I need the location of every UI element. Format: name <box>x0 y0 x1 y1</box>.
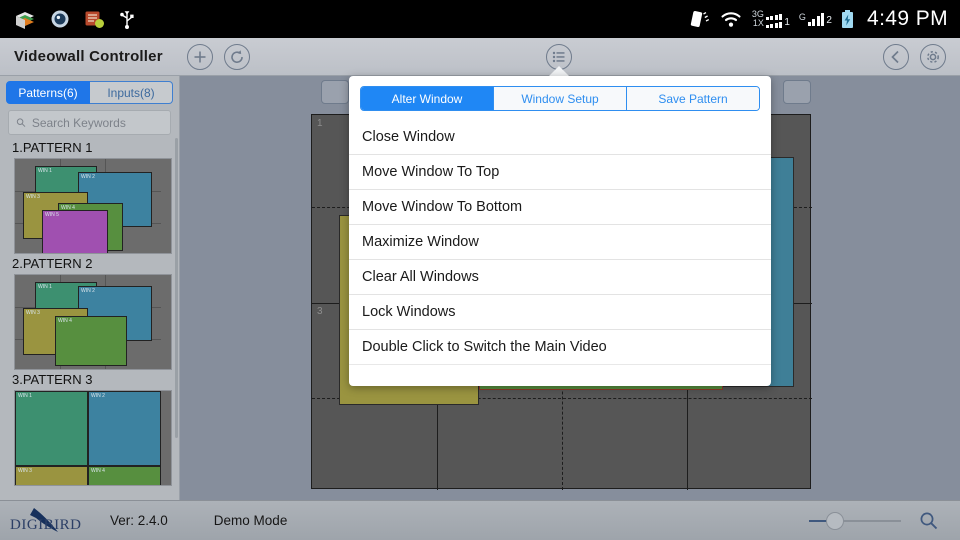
tab-inputs[interactable]: Inputs(8) <box>90 81 173 104</box>
clock: 4:49 PM <box>866 7 948 30</box>
books-icon <box>16 12 34 29</box>
pattern-label: 3.PATTERN 3 <box>12 372 93 387</box>
alter-window-popup: Alter Window Window Setup Save Pattern C… <box>349 76 771 386</box>
left-sidebar: Patterns(6) Inputs(8) 1.PATTERN 1 <box>0 76 180 500</box>
add-button[interactable] <box>186 43 213 70</box>
pattern-thumbnail[interactable]: WIN 1 WIN 2 WIN 3 WIN 4 <box>14 274 172 370</box>
wifi-icon <box>721 12 741 27</box>
tab-alter-window[interactable]: Alter Window <box>361 87 493 110</box>
list-item[interactable]: 1.PATTERN 1 WIN 1 WIN 2 WIN 3 WIN 4 WIN … <box>0 138 180 254</box>
menu-item-maximize-window[interactable]: Maximize Window <box>349 225 771 260</box>
notes-icon <box>85 11 104 28</box>
signal-2-tech: G <box>798 11 806 22</box>
menu-item-move-window-to-bottom[interactable]: Move Window To Bottom <box>349 190 771 225</box>
plus-circle-icon <box>194 51 206 62</box>
thumb-window: WIN 3 <box>15 466 88 485</box>
magnifier-icon[interactable] <box>919 511 938 530</box>
refresh-circle-icon <box>230 49 243 63</box>
camera-shutter-icon <box>51 10 69 28</box>
cell-number: 1 <box>317 118 323 129</box>
vibrate-icon <box>690 11 709 27</box>
thumb-window: WIN 4 <box>55 316 127 366</box>
signal-1: 3G 1X 1 <box>752 10 790 28</box>
search-icon <box>16 118 26 127</box>
signal-1-tech: 3G 1X <box>751 9 764 28</box>
refresh-button[interactable] <box>223 43 250 70</box>
pattern-list[interactable]: 1.PATTERN 1 WIN 1 WIN 2 WIN 3 WIN 4 WIN … <box>0 138 180 500</box>
bottom-status-bar: DIGIBIRD Ver: 2.4.0 Demo Mode <box>0 500 960 540</box>
menu-item-close-window[interactable]: Close Window <box>349 120 771 155</box>
version-label: Ver: 2.4.0 <box>110 513 168 528</box>
cell-number: 3 <box>317 306 323 317</box>
list-item[interactable]: 2.PATTERN 2 WIN 1 WIN 2 WIN 3 WIN 4 <box>0 254 180 370</box>
signal-1-sim: 1 <box>784 17 790 28</box>
settings-button[interactable] <box>920 43 946 70</box>
signal-2-bars <box>807 12 825 26</box>
signal-2-sim: 2 <box>826 14 832 26</box>
pattern-thumbnail[interactable]: WIN 1 WIN 2 WIN 3 WIN 4 <box>14 390 172 486</box>
tab-window-setup[interactable]: Window Setup <box>493 87 626 110</box>
page-title: Videowall Controller <box>14 48 163 65</box>
mode-label: Demo Mode <box>213 513 288 528</box>
thumb-window: WIN 4 <box>88 466 161 485</box>
app-root: 3G 1X 1 G 2 4:49 PM Videowall Controller… <box>0 0 960 540</box>
back-button[interactable] <box>883 43 909 70</box>
gear-icon <box>927 50 939 63</box>
android-status-bar: 3G 1X 1 G 2 4:49 PM <box>0 0 960 38</box>
stage-tab-button[interactable] <box>321 80 349 104</box>
status-system-icons: 3G 1X 1 G 2 4:49 PM <box>686 7 960 31</box>
signal-1-bars-top <box>765 14 783 20</box>
menu-item-move-window-to-top[interactable]: Move Window To Top <box>349 155 771 190</box>
pattern-label: 2.PATTERN 2 <box>12 256 93 271</box>
tab-patterns[interactable]: Patterns(6) <box>6 81 90 104</box>
list-item[interactable]: 3.PATTERN 3 WIN 1 WIN 2 WIN 3 WIN 4 <box>0 370 180 486</box>
brand-logo: DIGIBIRD <box>8 506 92 536</box>
popup-menu: Close Window Move Window To Top Move Win… <box>349 120 771 365</box>
signal-2: G 2 <box>798 11 832 26</box>
sidebar-scrollbar[interactable] <box>175 138 178 438</box>
back-chevron-icon <box>891 50 899 63</box>
signal-1-bars-bottom <box>765 22 783 28</box>
zoom-slider-thumb[interactable] <box>826 511 844 530</box>
menu-item-double-click-switch-main-video[interactable]: Double Click to Switch the Main Video <box>349 330 771 365</box>
zoom-controls <box>809 511 960 530</box>
zoom-slider[interactable] <box>809 511 901 530</box>
status-notification-icons <box>0 9 135 29</box>
battery-charging-icon <box>841 10 853 28</box>
thumb-window: WIN 5 <box>42 210 108 253</box>
search-box[interactable] <box>8 110 171 135</box>
usb-icon <box>120 11 134 29</box>
pattern-thumbnail[interactable]: WIN 1 WIN 2 WIN 3 WIN 4 WIN 5 <box>14 158 172 254</box>
stage-tab-button[interactable] <box>783 80 811 104</box>
thumb-window: WIN 2 <box>88 391 161 466</box>
search-area <box>0 108 179 141</box>
app-title-bar: Videowall Controller <box>0 38 960 76</box>
sidebar-tabs: Patterns(6) Inputs(8) <box>0 76 179 108</box>
brand-name: DIGIBIRD <box>10 516 82 533</box>
tab-save-pattern[interactable]: Save Pattern <box>626 87 759 110</box>
menu-item-clear-all-windows[interactable]: Clear All Windows <box>349 260 771 295</box>
popup-segmented-tabs: Alter Window Window Setup Save Pattern <box>360 86 760 111</box>
list-menu-icon <box>552 51 565 63</box>
search-input[interactable] <box>31 115 163 130</box>
pattern-label: 1.PATTERN 1 <box>12 140 93 155</box>
thumb-window: WIN 1 <box>15 391 88 466</box>
menu-item-lock-windows[interactable]: Lock Windows <box>349 295 771 330</box>
